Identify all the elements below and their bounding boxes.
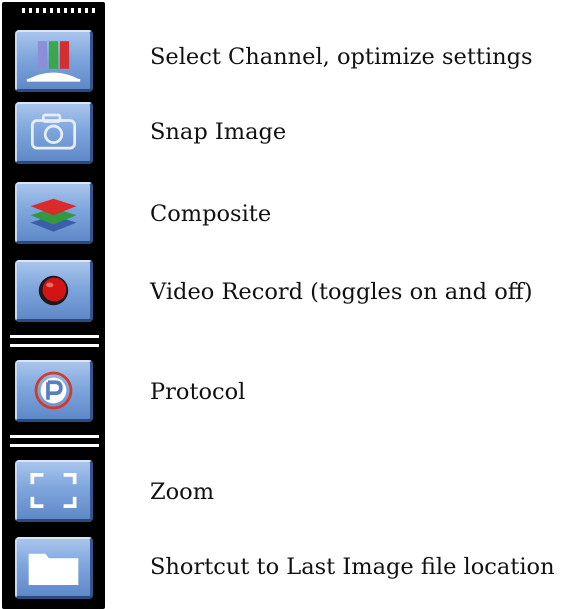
protocol-button[interactable]: [15, 360, 93, 422]
protocol-label: Protocol: [150, 379, 246, 405]
zoom-frame-icon: [30, 473, 77, 508]
composite-button[interactable]: [15, 182, 93, 244]
last-image-location-label: Shortcut to Last Image file location: [150, 554, 555, 580]
toolbar-legend: Select Channel, optimize settings Snap I…: [0, 0, 584, 609]
toolbar-separator: [10, 444, 99, 447]
layers-icon: [30, 198, 77, 232]
camera-icon: [30, 113, 77, 150]
toolbar-separator: [10, 344, 99, 347]
composite-label: Composite: [150, 201, 272, 227]
zoom-button[interactable]: [15, 460, 93, 522]
toolbar-separator: [10, 435, 99, 438]
record-icon: [38, 275, 69, 306]
last-image-location-button[interactable]: [15, 537, 93, 599]
vertical-toolbar: [2, 2, 105, 609]
video-record-button[interactable]: [15, 260, 93, 322]
snap-image-label: Snap Image: [150, 119, 287, 145]
toolbar-separator: [10, 335, 99, 338]
select-channel-button[interactable]: [15, 30, 93, 92]
folder-icon: [28, 553, 79, 585]
zoom-label: Zoom: [150, 479, 215, 505]
select-channel-label: Select Channel, optimize settings: [150, 44, 533, 70]
video-record-label: Video Record (toggles on and off): [150, 279, 533, 305]
protocol-p-icon: [34, 371, 73, 410]
channel-select-icon: [26, 41, 81, 82]
snap-image-button[interactable]: [15, 102, 93, 164]
toolbar-grip-handle[interactable]: [22, 8, 96, 13]
